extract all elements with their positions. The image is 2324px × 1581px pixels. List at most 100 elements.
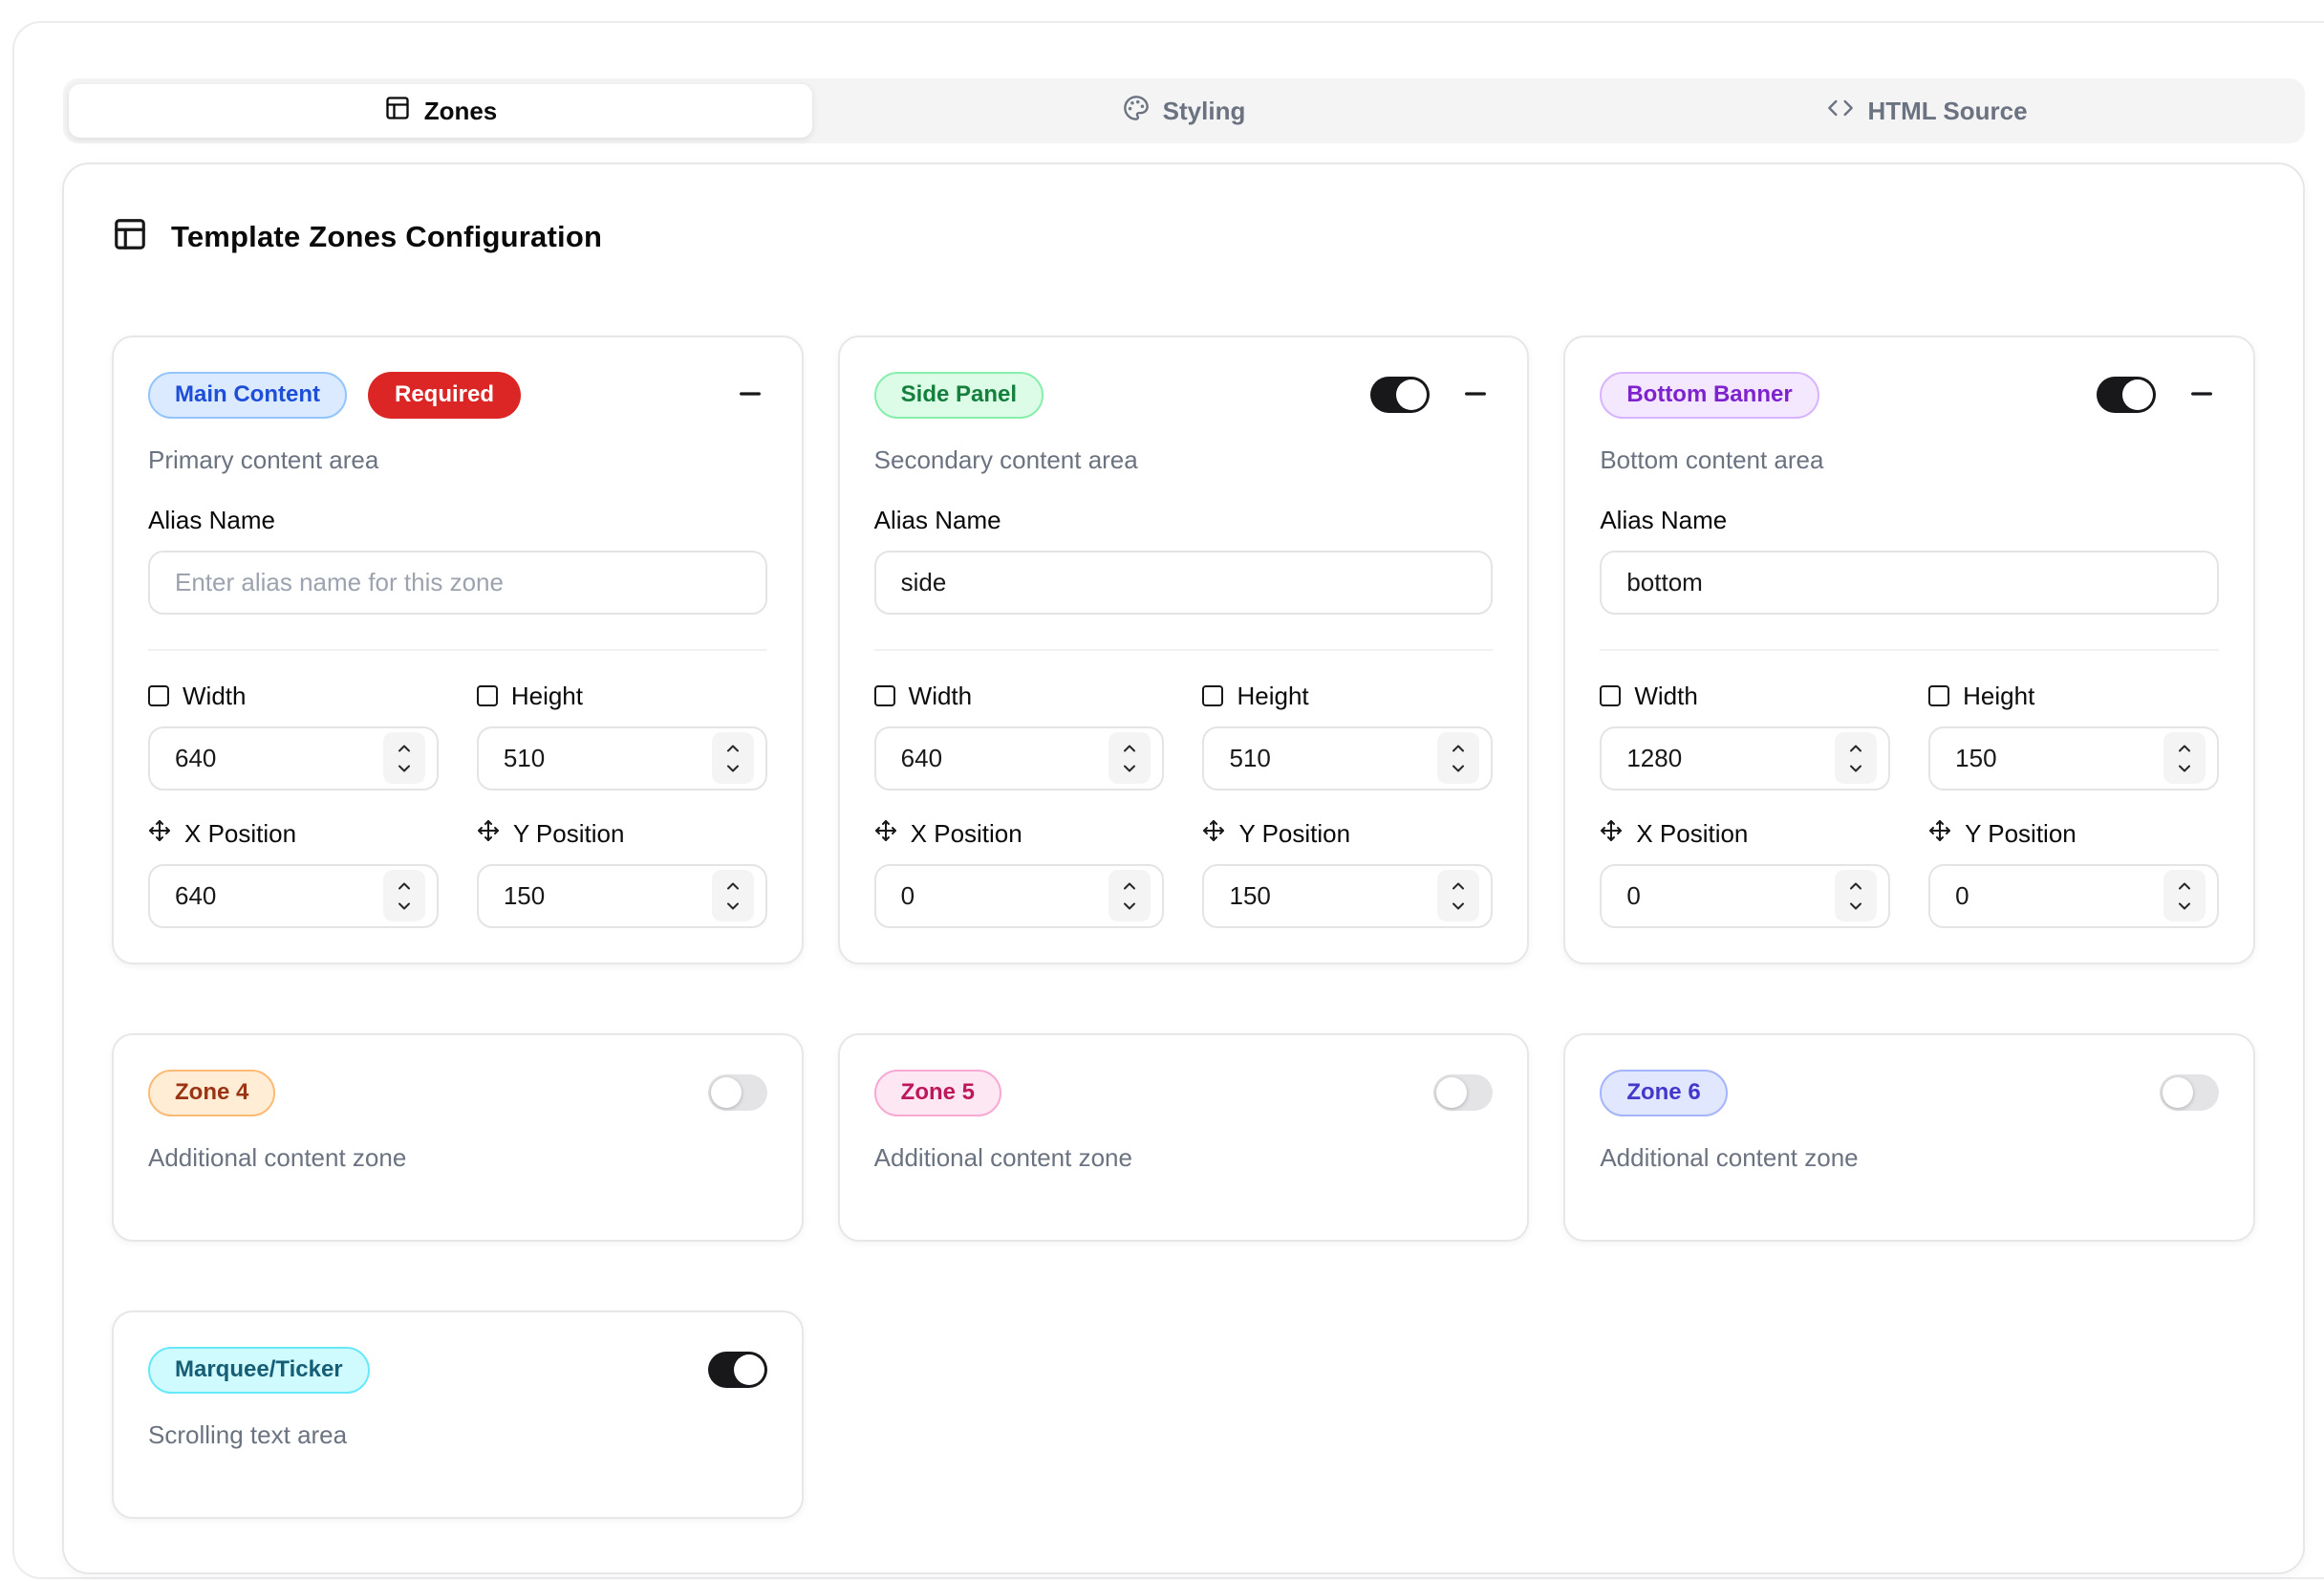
size-row: Width Height [874,682,1494,790]
stepper-buttons[interactable] [1835,732,1877,784]
zone-enabled-toggle[interactable] [708,1074,767,1111]
stepper-buttons[interactable] [1437,732,1479,784]
palette-icon [1123,95,1150,128]
x-position-field: X Position [874,819,1165,928]
height-checkbox[interactable] [1928,685,1949,706]
width-number-field [1600,726,1890,790]
divider [874,649,1494,651]
tab-zones[interactable]: Zones [69,84,812,138]
toggle-knob [711,1077,742,1108]
x-position-field: X Position [148,819,439,928]
badge-group: Side Panel [874,372,1044,419]
stepper-buttons[interactable] [2163,732,2206,784]
alias-name-input[interactable] [1600,551,2219,615]
stepper-buttons[interactable] [383,732,425,784]
badge-group: Marquee/Ticker [148,1347,370,1394]
chevron-down-icon [1846,759,1865,778]
stepper-buttons[interactable] [1108,732,1151,784]
chevron-up-icon [1449,739,1468,758]
chevron-down-icon [2175,897,2194,916]
y-position-label: Y Position [513,819,625,849]
stepper-buttons[interactable] [2163,870,2206,921]
chevron-down-icon [2175,759,2194,778]
zone-enabled-toggle[interactable] [1370,377,1430,413]
zone-name-badge: Zone 5 [874,1070,1001,1116]
zone-enabled-toggle[interactable] [1433,1074,1493,1111]
height-checkbox[interactable] [1202,685,1223,706]
stepper-buttons[interactable] [1108,870,1151,921]
zone-card-header: Zone 6 [1600,1070,2219,1116]
size-row: Width Height [1600,682,2219,790]
alias-name-label: Alias Name [1600,506,2219,535]
chevron-up-icon [1120,739,1139,758]
code-icon [1827,95,1854,128]
chevron-down-icon [1120,759,1139,778]
stepper-buttons[interactable] [712,732,754,784]
badge-group: Zone 4 [148,1070,275,1116]
stepper-buttons[interactable] [1835,870,1877,921]
width-label-row: Width [874,682,1165,711]
collapse-zone-button[interactable] [1458,378,1493,412]
chevron-down-icon [1846,897,1865,916]
stepper-buttons[interactable] [383,870,425,921]
x-position-field: X Position [1600,819,1890,928]
zone-enabled-toggle[interactable] [2097,377,2156,413]
chevron-down-icon [395,897,414,916]
tab-html-source[interactable]: HTML Source [1556,84,2299,138]
tab-zones-label: Zones [424,97,498,126]
height-field: Height [1928,682,2219,790]
chevron-up-icon [2175,739,2194,758]
zone-card-zone-6: Zone 6 Additional content zone [1563,1033,2255,1242]
collapse-zone-button[interactable] [2184,378,2219,412]
height-label: Height [511,682,583,711]
toggle-knob [1436,1077,1467,1108]
zone-description: Scrolling text area [148,1420,767,1450]
chevron-up-icon [1846,877,1865,896]
stepper-buttons[interactable] [1437,870,1479,921]
width-label-row: Width [148,682,439,711]
height-number-field [1202,726,1493,790]
move-icon [477,819,500,849]
zone-name-badge: Marquee/Ticker [148,1347,370,1394]
stepper-buttons[interactable] [712,870,754,921]
chevron-up-icon [1846,739,1865,758]
tab-bar: Zones Styling HTML Source [63,78,2305,143]
toggle-knob [2163,1077,2193,1108]
chevron-down-icon [1449,759,1468,778]
panels-top-left-icon [384,95,411,128]
panels-top-left-icon [112,216,148,257]
alias-name-input[interactable] [148,551,767,615]
chevron-up-icon [1449,877,1468,896]
height-label-row: Height [477,682,767,711]
width-label: Width [1634,682,1697,711]
x-position-number-field [148,864,439,928]
x-position-number-field [874,864,1165,928]
width-field: Width [1600,682,1890,790]
zone-card-zone-4: Zone 4 Additional content zone [112,1033,804,1242]
tab-styling[interactable]: Styling [812,84,1556,138]
zone-enabled-toggle[interactable] [2160,1074,2219,1111]
width-checkbox[interactable] [874,685,895,706]
collapse-zone-button[interactable] [733,378,767,412]
header-controls [2160,1074,2219,1111]
width-checkbox[interactable] [1600,685,1621,706]
y-position-field: Y Position [477,819,767,928]
zone-name-badge: Zone 4 [148,1070,275,1116]
zone-enabled-toggle[interactable] [708,1352,767,1388]
y-position-label-row: Y Position [1928,819,2219,849]
chevron-down-icon [395,759,414,778]
zone-card-marquee-ticker: Marquee/Ticker Scrolling text area [112,1310,804,1519]
width-label-row: Width [1600,682,1890,711]
divider [1600,649,2219,651]
chevron-up-icon [395,877,414,896]
x-position-number-field [1600,864,1890,928]
width-checkbox[interactable] [148,685,169,706]
minus-icon [2186,379,2217,412]
divider [148,649,767,651]
height-checkbox[interactable] [477,685,498,706]
x-position-label-row: X Position [1600,819,1890,849]
alias-name-input[interactable] [874,551,1494,615]
height-field: Height [477,682,767,790]
minus-icon [735,379,765,412]
zone-card-header: Zone 5 [874,1070,1494,1116]
